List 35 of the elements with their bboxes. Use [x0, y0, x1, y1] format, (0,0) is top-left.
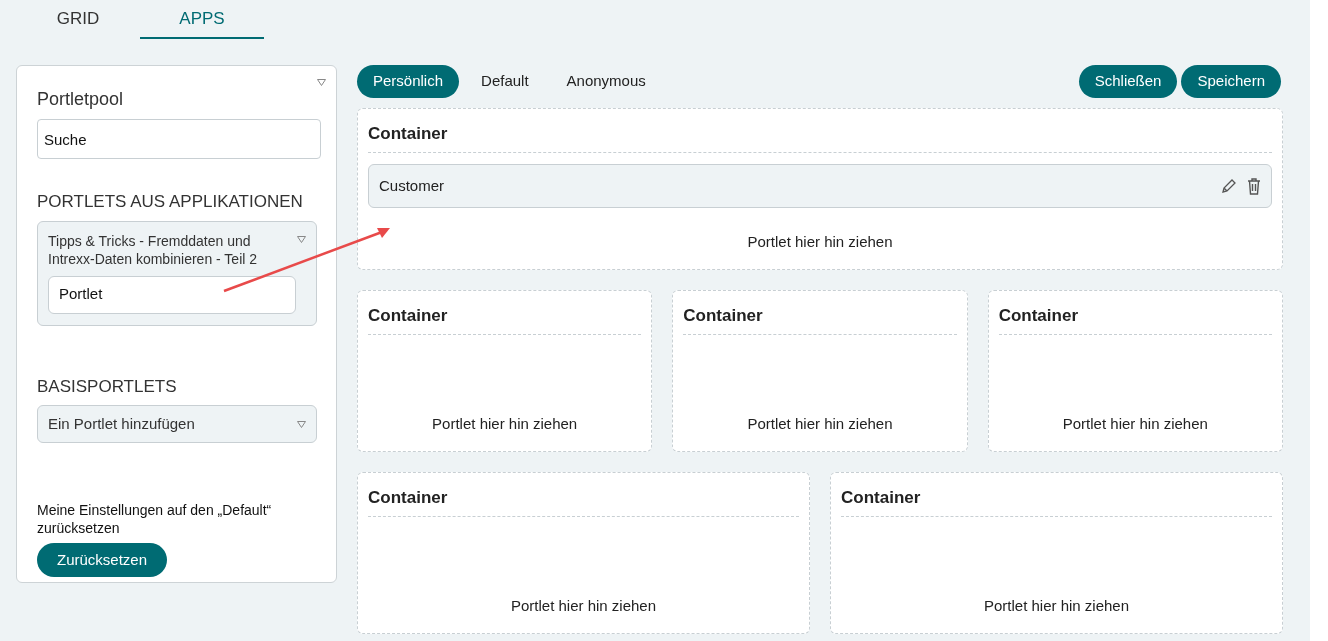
search-field[interactable]: Suche [37, 119, 321, 159]
portlet-name: Customer [379, 175, 445, 196]
action-button[interactable]: Speichern [1181, 65, 1281, 98]
section-heading: BASISPORTLETS [37, 375, 178, 398]
dropdown-triangle-icon[interactable] [297, 235, 306, 243]
reset-description: Meine Einstellungen auf den „Default“ zurücksetzen [37, 501, 273, 537]
view-tab[interactable]: Anonymous [550, 65, 662, 98]
portlet-item[interactable]: Portlet [48, 275, 296, 314]
trash-icon[interactable] [1247, 177, 1261, 195]
drop-hint: Portlet hier hin ziehen [1062, 413, 1208, 434]
dropdown-triangle-icon [297, 420, 306, 428]
drop-hint: Portlet hier hin ziehen [510, 595, 657, 616]
drop-hint: Portlet hier hin ziehen [432, 413, 578, 434]
application-dropdown[interactable]: Tipps & Tricks - Fremddaten und Intrexx-Daten kombinieren - Teil 2 [48, 231, 288, 268]
pencil-icon[interactable] [1221, 178, 1237, 194]
container-title: Container [998, 291, 1272, 335]
container-title: Container [683, 291, 957, 335]
add-portlet-dropdown[interactable]: Ein Portlet hinzufügen [37, 405, 317, 443]
section-heading: PORTLETS AUS APPLIKATIONEN [37, 191, 304, 213]
drop-hint: Portlet hier hin ziehen [983, 595, 1130, 616]
reset-button[interactable]: Zurücksetzen [37, 543, 168, 577]
container-title: Container [368, 291, 642, 335]
container-title: Container [841, 473, 1272, 517]
view-tab[interactable]: Default [465, 65, 545, 98]
tab[interactable]: GRID [16, 0, 140, 39]
container-title: Container [368, 473, 799, 517]
action-button[interactable]: Schließen [1078, 65, 1178, 98]
collapse-triangle-icon[interactable] [317, 79, 326, 86]
container-title: Container [368, 109, 1272, 153]
portlet-card[interactable]: Customer [368, 164, 1272, 208]
drop-hint: Portlet hier hin ziehen [747, 413, 893, 434]
drop-hint: Portlet hier hin ziehen [747, 231, 893, 252]
tab[interactable]: APPS [140, 0, 264, 39]
panel-title: Portletpool [37, 88, 125, 111]
view-tab[interactable]: Persönlich [357, 65, 460, 98]
